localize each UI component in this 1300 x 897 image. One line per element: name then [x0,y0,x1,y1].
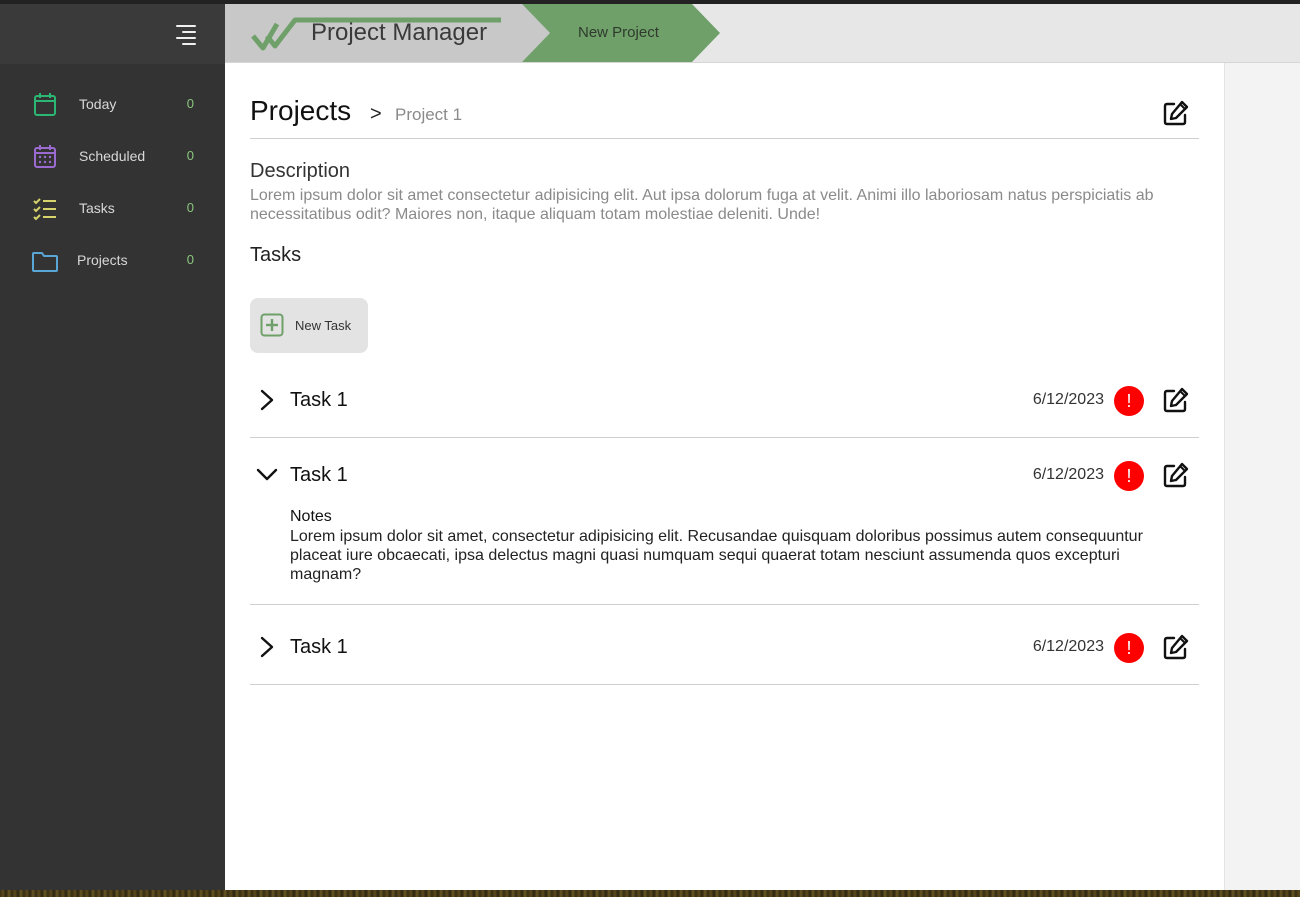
sidebar-item-scheduled[interactable]: Scheduled 0 [0,135,225,179]
breadcrumb: Projects > Project 1 [250,93,1199,139]
chevron-right-icon[interactable] [257,635,277,659]
priority-alert-icon: ! [1114,461,1144,491]
chevron-right-icon[interactable] [257,388,277,412]
edit-project-icon[interactable] [1162,99,1190,127]
right-pane [1224,63,1300,890]
tab-new-project[interactable]: New Project [522,4,722,62]
priority-alert-icon: ! [1114,386,1144,416]
app-title: Project Manager [311,19,488,46]
sidebar-item-label: Today [79,96,117,112]
task-header: Task 1 6/12/2023 ! [250,610,1199,684]
page-title[interactable]: Projects [250,95,351,127]
new-task-button[interactable]: New Task [250,298,368,353]
sidebar-item-count: 0 [186,200,194,215]
task-header: Task 1 6/12/2023 ! [250,363,1199,437]
notes-heading: Notes [290,508,332,525]
task-row: Task 1 6/12/2023 ! [250,363,1199,438]
app-root: Today 0 Scheduled 0 Tasks 0 Projects 0 P… [0,0,1300,897]
sidebar-item-count: 0 [186,252,194,267]
tasks-heading: Tasks [250,244,302,266]
tab-label: New Project [578,24,659,41]
task-row: Task 1 6/12/2023 ! [250,610,1199,685]
calendar-icon [34,93,56,116]
sidebar: Today 0 Scheduled 0 Tasks 0 Projects 0 [0,4,225,890]
top-header: Project Manager New Project [225,4,1300,63]
description-text: Lorem ipsum dolor sit amet consectetur a… [250,187,1154,223]
sidebar-item-tasks[interactable]: Tasks 0 [0,187,225,231]
priority-alert-icon: ! [1114,633,1144,663]
sidebar-header [0,4,225,64]
desktop-wallpaper-strip [0,890,1300,897]
new-task-label: New Task [295,318,352,333]
calendar-grid-icon [34,145,56,168]
breadcrumb-separator: > [370,103,382,125]
sidebar-item-count: 0 [186,96,194,111]
folder-icon [32,252,58,272]
task-due-date: 6/12/2023 [1032,391,1104,408]
sidebar-item-label: Tasks [79,200,115,216]
task-notes: Notes Lorem ipsum dolor sit amet, consec… [250,508,1199,604]
chevron-down-icon[interactable] [256,465,278,485]
task-due-date: 6/12/2023 [1032,466,1104,483]
description-heading: Description [250,160,351,182]
task-title[interactable]: Task 1 [290,636,348,659]
sidebar-item-count: 0 [186,148,194,163]
task-header: Task 1 6/12/2023 ! [250,438,1199,512]
edit-task-icon[interactable] [1162,633,1190,661]
task-due-date: 6/12/2023 [1032,638,1104,655]
main-content: Projects > Project 1 Description Lorem i… [225,63,1224,890]
breadcrumb-current: Project 1 [395,105,463,124]
menu-icon[interactable] [172,22,198,46]
task-title[interactable]: Task 1 [290,464,348,487]
checklist-icon [33,198,56,221]
edit-task-icon[interactable] [1162,386,1190,414]
sidebar-item-label: Scheduled [79,148,146,164]
sidebar-item-today[interactable]: Today 0 [0,83,225,127]
edit-task-icon[interactable] [1162,461,1190,489]
notes-text: Lorem ipsum dolor sit amet, consectetur … [290,528,1143,583]
sidebar-item-label: Projects [77,252,128,268]
task-title[interactable]: Task 1 [290,389,348,412]
sidebar-item-projects[interactable]: Projects 0 [0,239,225,283]
brand: Project Manager [225,4,550,62]
plus-square-icon [260,313,284,337]
task-row: Task 1 6/12/2023 ! Notes Lorem ipsum dol… [250,438,1199,605]
